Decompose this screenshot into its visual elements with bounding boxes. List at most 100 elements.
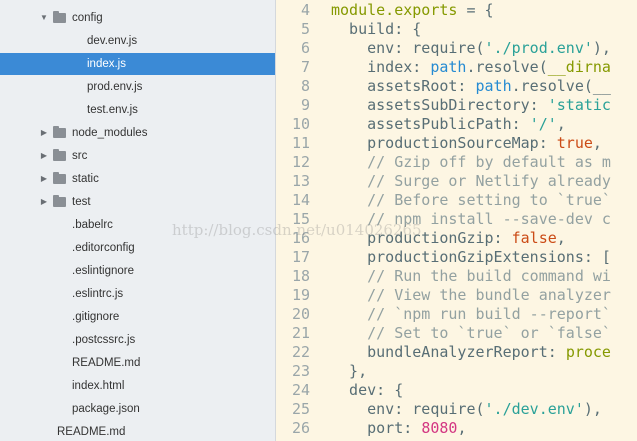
tree-folder-config[interactable]: ▼ config <box>0 7 275 29</box>
code-line[interactable]: 19 // View the bundle analyzer <box>276 286 637 305</box>
code-line[interactable]: 8 assetsRoot: path.resolve(__ <box>276 77 637 96</box>
code-line[interactable]: 18 // Run the build command wi <box>276 267 637 286</box>
line-number: 7 <box>300 58 310 76</box>
code-line[interactable]: 13 // Surge or Netlify already <box>276 172 637 191</box>
tree-file--eslintrc-js[interactable]: .eslintrc.js <box>0 283 275 305</box>
file-tree-sidebar: ▼ config dev.env.js index.js prod.env.js test… <box>0 0 276 441</box>
code-line[interactable]: 12 // Gzip off by default as m <box>276 153 637 172</box>
code-line[interactable]: 6 env: require('./prod.env'), <box>276 39 637 58</box>
code-editor[interactable]: 4 module.exports = {5 build: {6 env: requ… <box>276 0 637 441</box>
tree-file-dev-env-js[interactable]: dev.env.js <box>0 30 275 52</box>
code-line[interactable]: 20 // `npm run build --report` <box>276 305 637 324</box>
code-token: // Gzip off by default as m <box>331 153 611 171</box>
code-line[interactable]: 16 productionGzip: false, <box>276 229 637 248</box>
code-text: bundleAnalyzerReport: proce <box>331 343 611 362</box>
tree-item-label: README.md <box>57 426 126 438</box>
tree-folder-test[interactable]: ▶ test <box>0 191 275 213</box>
line-number: 22 <box>291 343 310 361</box>
tree-file--babelrc[interactable]: .babelrc <box>0 214 275 236</box>
code-token: 'static <box>547 96 611 114</box>
tree-file--eslintignore[interactable]: .eslintignore <box>0 260 275 282</box>
line-number: 12 <box>291 153 310 171</box>
code-text: productionSourceMap: true, <box>331 134 602 153</box>
tree-file-index-js[interactable]: index.js <box>0 53 275 75</box>
code-token: './dev.env' <box>484 400 584 418</box>
tree-item-label: README.md <box>72 357 141 369</box>
tree-folder-node-modules[interactable]: ▶ node_modules <box>0 122 275 144</box>
tree-file--editorconfig[interactable]: .editorconfig <box>0 237 275 259</box>
code-token: // Before setting to `true` <box>331 191 611 209</box>
folder-icon <box>53 195 66 207</box>
line-number: 26 <box>291 419 310 437</box>
code-text: // Surge or Netlify already <box>331 172 611 191</box>
code-token: env: <box>331 400 413 418</box>
code-line[interactable]: 7 index: path.resolve(__dirna <box>276 58 637 77</box>
tree-file-readme-md[interactable]: README.md <box>0 421 275 441</box>
code-text: index: path.resolve(__dirna <box>331 58 611 77</box>
chevron-right-icon[interactable]: ▶ <box>39 168 49 190</box>
line-number: 16 <box>291 229 310 247</box>
line-number: 14 <box>291 191 310 209</box>
tree-file-test-env-js[interactable]: test.env.js <box>0 99 275 121</box>
chevron-down-icon[interactable]: ▼ <box>39 7 49 29</box>
code-token: ( <box>538 58 548 76</box>
tree-item-label: .eslintrc.js <box>72 288 124 300</box>
code-token: port: <box>331 419 422 437</box>
tree-item-label: .eslintignore <box>72 265 135 277</box>
code-line[interactable]: 22 bundleAnalyzerReport: proce <box>276 343 637 362</box>
tree-file-readme-md[interactable]: README.md <box>0 352 275 374</box>
line-number: 8 <box>300 77 310 95</box>
code-line[interactable]: 23 }, <box>276 362 637 381</box>
code-line[interactable]: 26 port: 8080, <box>276 419 637 438</box>
code-token: ), <box>583 400 602 418</box>
chevron-right-icon[interactable]: ▶ <box>39 145 49 167</box>
code-token: . <box>511 77 521 95</box>
code-token: // `npm run build --report` <box>331 305 611 323</box>
code-line[interactable]: 4 module.exports = { <box>276 1 637 20</box>
code-line[interactable]: 5 build: { <box>276 20 637 39</box>
code-text: build: { <box>331 20 421 39</box>
tree-file--postcssrc-js[interactable]: .postcssrc.js <box>0 329 275 351</box>
code-token: productionGzipExtensions: [ <box>331 248 611 266</box>
code-token: resolve <box>520 77 584 95</box>
code-token: assetsRoot: <box>331 77 476 95</box>
code-token: true <box>556 134 593 152</box>
tree-item-label: .babelrc <box>72 219 113 231</box>
code-line[interactable]: 14 // Before setting to `true` <box>276 191 637 210</box>
code-text: }, <box>331 362 367 381</box>
code-token: , <box>556 229 566 247</box>
tree-file-prod-env-js[interactable]: prod.env.js <box>0 76 275 98</box>
code-token: , <box>556 115 566 133</box>
tree-item-label: node_modules <box>72 127 148 139</box>
code-text: port: 8080, <box>331 419 466 438</box>
tree-folder-static[interactable]: ▶ static <box>0 168 275 190</box>
chevron-right-icon[interactable]: ▶ <box>39 122 49 144</box>
tree-item-label: prod.env.js <box>87 81 143 93</box>
chevron-right-icon[interactable]: ▶ <box>39 191 49 213</box>
code-token: (__ <box>583 77 611 95</box>
tree-item-label: dev.env.js <box>87 35 138 47</box>
folder-icon <box>53 172 66 184</box>
folder-icon <box>53 126 66 138</box>
code-text: // Gzip off by default as m <box>331 153 611 172</box>
tree-folder-src[interactable]: ▶ src <box>0 145 275 167</box>
code-text: assetsRoot: path.resolve(__ <box>331 77 611 96</box>
code-line[interactable]: 10 assetsPublicPath: '/', <box>276 115 637 134</box>
line-number: 17 <box>291 248 310 266</box>
code-line[interactable]: 17 productionGzipExtensions: [ <box>276 248 637 267</box>
code-token: ( <box>475 39 485 57</box>
code-line[interactable]: 25 env: require('./dev.env'), <box>276 400 637 419</box>
code-token: assetsSubDirectory: <box>331 96 548 114</box>
code-token: '/' <box>529 115 557 133</box>
code-token: assetsPublicPath: <box>331 115 530 133</box>
code-text: // View the bundle analyzer <box>331 286 611 305</box>
code-line[interactable]: 11 productionSourceMap: true, <box>276 134 637 153</box>
code-line[interactable]: 15 // npm install --save-dev c <box>276 210 637 229</box>
code-line[interactable]: 21 // Set to `true` or `false` <box>276 324 637 343</box>
tree-file-package-json[interactable]: package.json <box>0 398 275 420</box>
tree-file--gitignore[interactable]: .gitignore <box>0 306 275 328</box>
code-line[interactable]: 24 dev: { <box>276 381 637 400</box>
tree-file-index-html[interactable]: index.html <box>0 375 275 397</box>
code-text: // Set to `true` or `false` <box>331 324 611 343</box>
code-line[interactable]: 9 assetsSubDirectory: 'static <box>276 96 637 115</box>
